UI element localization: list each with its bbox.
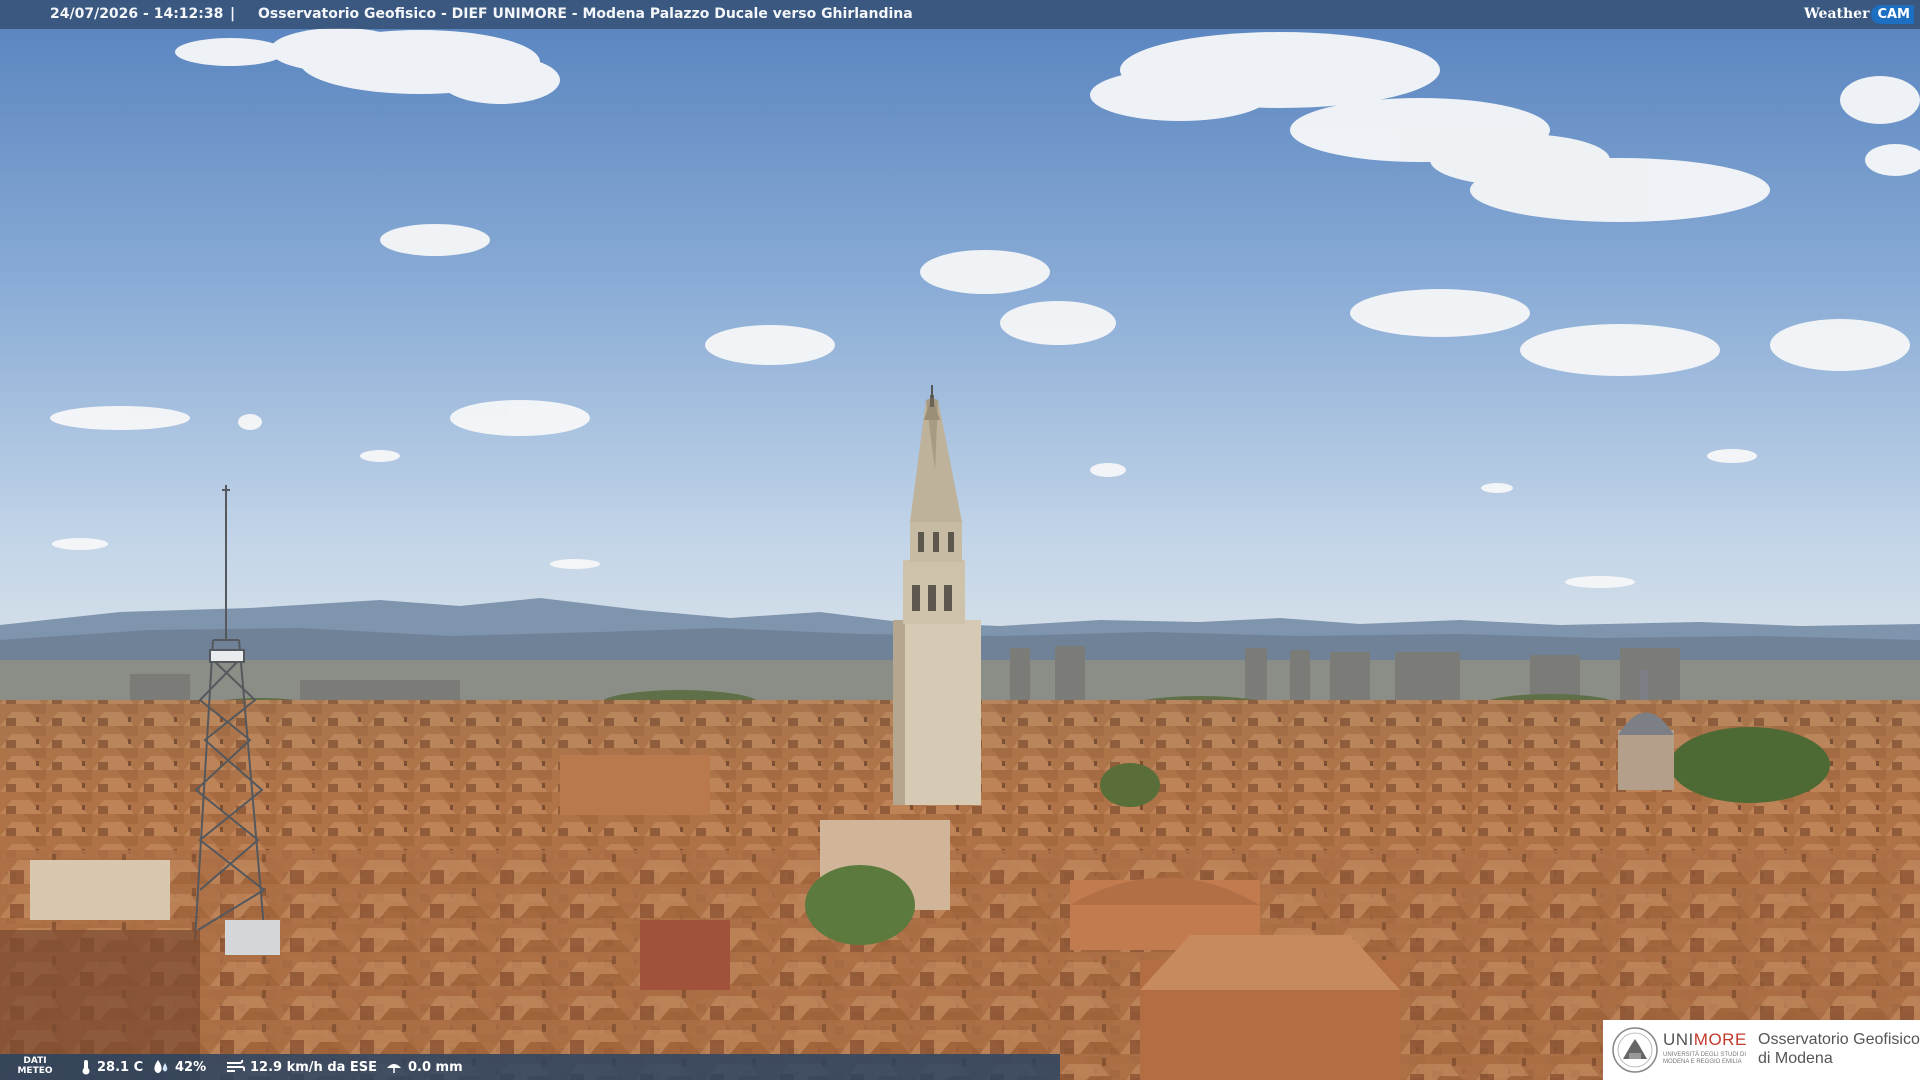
- rain-reading: 0.0 mm: [385, 1059, 463, 1075]
- unimore-emblem: [1612, 1027, 1658, 1073]
- unimore-wordmark: UNIMORE: [1663, 1030, 1747, 1050]
- humidity-reading: 42%: [152, 1059, 206, 1075]
- temperature-value: 28.1 C: [97, 1059, 144, 1075]
- separator: |: [230, 6, 236, 22]
- observatory-name: Osservatorio Geofisico di Modena: [1758, 1030, 1920, 1068]
- temperature-reading: 28.1 C: [80, 1059, 143, 1075]
- observatory-line1: Osservatorio Geofisico: [1758, 1031, 1920, 1048]
- humidity-value: 42%: [175, 1059, 207, 1075]
- meteo-label-line1: DATI: [23, 1056, 47, 1066]
- rain-icon: [387, 1064, 401, 1073]
- camera-caption: Osservatorio Geofisico - DIEF UNIMORE - …: [258, 6, 913, 22]
- wind-reading: 12.9 km/h da ESE: [225, 1059, 377, 1075]
- unimore-subtitle: UNIVERSITÀ DEGLI STUDI DI MODENA E REGGI…: [1663, 1052, 1747, 1065]
- webcam-scene: [0, 0, 1920, 1080]
- meteo-bar: DATI METEO 28.1 C 42% 12.9 km/h da ESE 0…: [0, 1054, 1060, 1080]
- wind-icon: [227, 1059, 245, 1072]
- timestamp: 24/07/2026 - 14:12:38: [50, 6, 224, 22]
- wind-value: 12.9 km/h da ESE: [250, 1059, 378, 1075]
- thermometer-icon: [82, 1060, 90, 1075]
- uni-prefix: UNI: [1663, 1030, 1694, 1049]
- rain-value: 0.0 mm: [408, 1059, 463, 1075]
- humidity-icon: [154, 1060, 168, 1073]
- unimore-logo-box: UNIMORE UNIVERSITÀ DEGLI STUDI DI MODENA…: [1603, 1020, 1920, 1080]
- weathercam-logo: Weather CAM: [1804, 3, 1914, 25]
- uni-suffix: MORE: [1693, 1030, 1747, 1049]
- meteo-label-line2: METEO: [17, 1066, 53, 1076]
- observatory-line2: di Modena: [1758, 1050, 1833, 1067]
- top-info-bar: 24/07/2026 - 14:12:38 | Osservatorio Geo…: [0, 0, 1920, 29]
- brand-cam: CAM: [1871, 4, 1914, 24]
- meteo-label: DATI METEO: [4, 1056, 66, 1076]
- brand-weather: Weather: [1803, 6, 1870, 22]
